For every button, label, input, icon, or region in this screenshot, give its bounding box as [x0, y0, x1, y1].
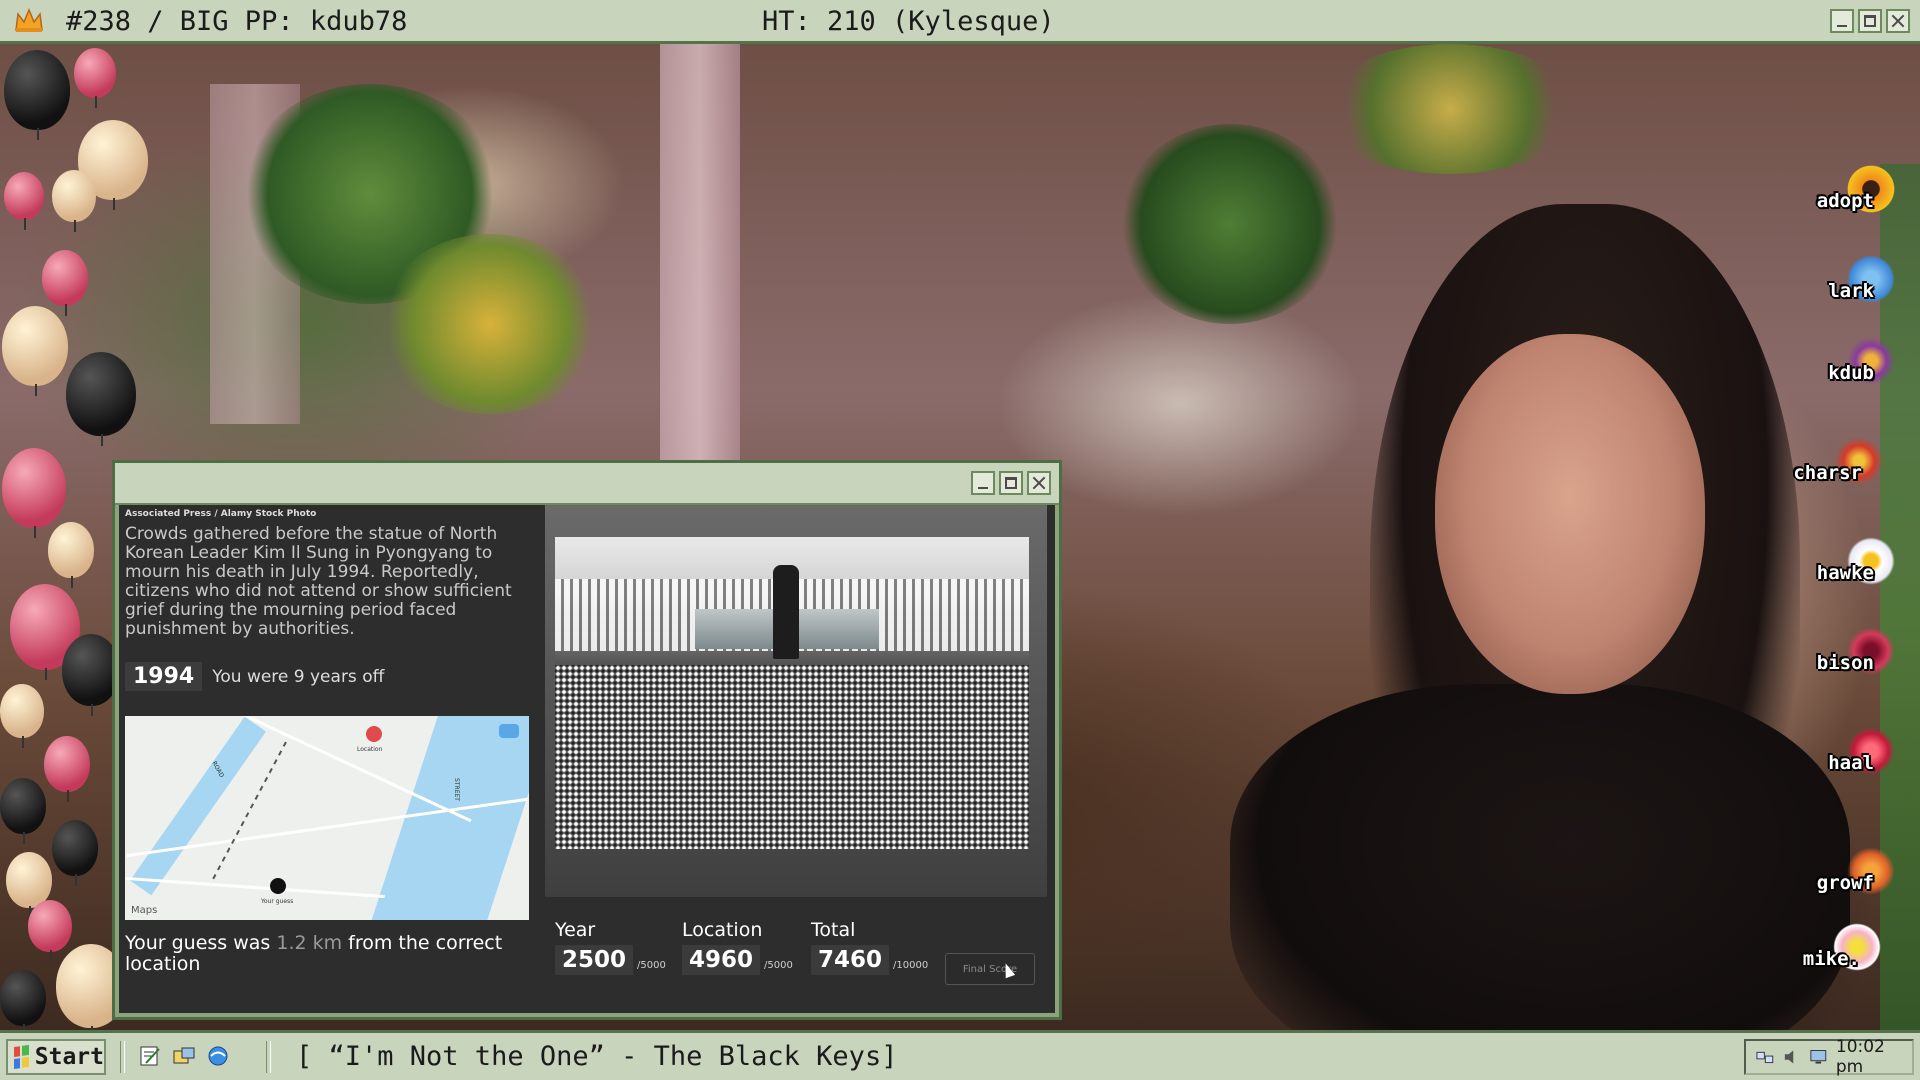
game-window: Associated Press / Alamy Stock Photo Cro…: [112, 460, 1062, 1020]
viewer-flower: lark: [1794, 252, 1914, 312]
balloon-black: [0, 970, 46, 1030]
location-score: Location 4960 /5000: [682, 919, 793, 975]
guess-distance-text: Your guess was 1.2 km from the correct l…: [125, 932, 503, 975]
taskbar-separator: [120, 1041, 125, 1073]
game-result-panel: Associated Press / Alamy Stock Photo Cro…: [119, 505, 1055, 1013]
taskbar: Start [ “I'm Not the One” - The Black Ke…: [0, 1030, 1920, 1080]
photo-caption: Crowds gathered before the statue of Nor…: [125, 524, 512, 639]
webcam-scene: adopt lark kdub charsr hawke bison haal …: [0, 44, 1920, 1030]
viewer-flower: adopt: [1794, 162, 1914, 222]
volume-icon[interactable]: [1783, 1048, 1802, 1066]
photo-panel: [545, 505, 1047, 897]
crown-icon: [15, 8, 43, 32]
year-result: 1994 You were 9 years off: [125, 662, 384, 691]
minimize-button[interactable]: [1830, 9, 1854, 33]
maximize-button[interactable]: [999, 471, 1023, 495]
photo-statue: [773, 565, 799, 659]
balloon-black: [4, 50, 70, 140]
high-score-title: HT: 210 (Kylesque): [762, 6, 1055, 37]
minimize-button[interactable]: [971, 471, 995, 495]
system-tray: 10:02 pm: [1744, 1037, 1914, 1077]
plant: [380, 234, 600, 414]
years-off-text: You were 9 years off: [212, 666, 385, 687]
streak-title: #238 / BIG PP: kdub78: [66, 6, 408, 37]
streamer-body: [1230, 684, 1850, 1030]
final-score-button[interactable]: Final Score: [945, 953, 1035, 985]
plant: [1120, 124, 1340, 324]
photo-credit: Associated Press / Alamy Stock Photo: [125, 509, 317, 519]
balloon-black: [66, 352, 136, 446]
explorer-icon[interactable]: [172, 1045, 196, 1067]
river: [129, 716, 267, 896]
balloon-gold: [52, 170, 96, 232]
guess-distance: 1.2 km: [276, 932, 343, 954]
balloon-black: [52, 820, 98, 886]
answer-year: 1994: [125, 662, 203, 691]
street-label: STREET: [452, 778, 460, 801]
historical-photo[interactable]: [555, 537, 1029, 849]
balloon-gold: [0, 684, 44, 748]
viewer-flower: growf: [1794, 844, 1914, 904]
balloon-pink: [74, 48, 116, 108]
network-icon[interactable]: [1756, 1048, 1775, 1066]
balloon-pink: [2, 448, 66, 538]
map-layer-toggle[interactable]: [499, 724, 519, 738]
viewer-flower: kdub: [1794, 334, 1914, 394]
monitor-icon[interactable]: [1809, 1048, 1828, 1066]
game-window-titlebar[interactable]: [115, 463, 1059, 505]
guess-pin-label: Your guess: [261, 898, 294, 905]
plant: [1320, 44, 1580, 174]
now-playing-text: [ “I'm Not the One” - The Black Keys]: [296, 1041, 898, 1072]
result-map[interactable]: Location Your guess STREET ROAD Maps: [125, 716, 529, 920]
taskbar-separator: [266, 1041, 271, 1073]
balloon-pink: [42, 250, 88, 316]
maximize-button[interactable]: [1858, 9, 1882, 33]
viewer-flower: bison: [1794, 624, 1914, 684]
balloon-pink: [4, 172, 44, 230]
clock: 10:02 pm: [1835, 1037, 1885, 1077]
mirror-frame: [660, 44, 740, 464]
notepad-icon[interactable]: [138, 1045, 162, 1067]
correct-location-pin-icon: [366, 726, 382, 742]
windows-flag-icon: [14, 1044, 29, 1070]
balloon-pink: [44, 736, 90, 802]
balloon-gold: [48, 522, 94, 588]
photo-crowd: [555, 665, 1029, 849]
viewer-flower: haal: [1794, 724, 1914, 784]
close-button[interactable]: [1027, 471, 1051, 495]
correct-pin-label: Location: [357, 746, 383, 753]
total-score: Total 7460 /10000: [811, 919, 929, 975]
maps-attribution: Maps: [131, 905, 158, 916]
location-score-value: 4960: [682, 945, 761, 975]
balloon-pink: [28, 900, 72, 962]
balloon-black: [0, 778, 46, 844]
start-button[interactable]: Start: [6, 1039, 106, 1075]
browser-icon[interactable]: [206, 1045, 230, 1067]
viewer-flower: hawke: [1794, 534, 1914, 594]
stream-title-bar: #238 / BIG PP: kdub78 HT: 210 (Kylesque): [0, 0, 1920, 44]
guess-pin-icon: [270, 878, 286, 894]
road: [125, 876, 385, 899]
year-score: Year 2500 /5000: [555, 919, 666, 975]
streamer-face: [1435, 334, 1705, 694]
year-score-value: 2500: [555, 945, 634, 975]
total-score-value: 7460: [811, 945, 890, 975]
viewer-flower: mike.: [1780, 920, 1900, 980]
close-button[interactable]: [1886, 9, 1910, 33]
viewer-flower: charsr: [1782, 434, 1902, 494]
balloon-gold: [2, 306, 68, 396]
